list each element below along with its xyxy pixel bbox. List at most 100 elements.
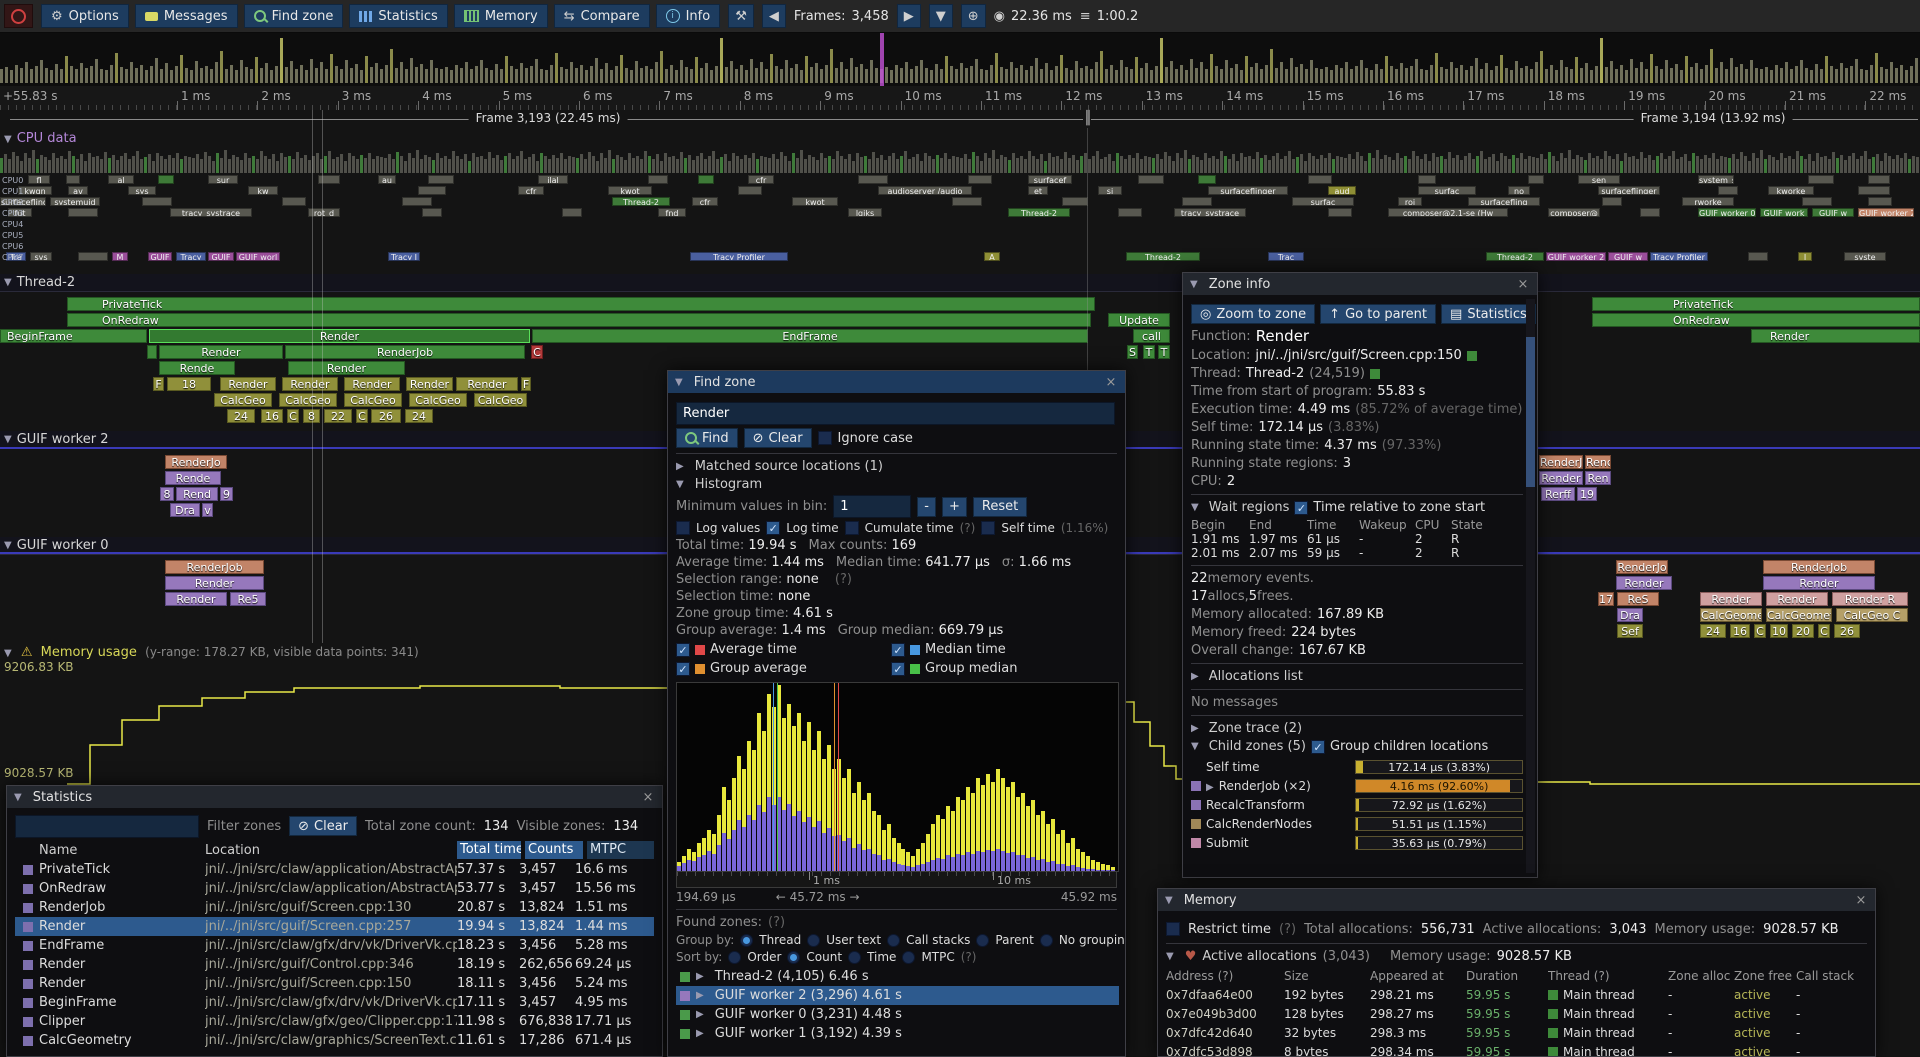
- frame-bar[interactable]: [1595, 66, 1598, 83]
- frame-bar[interactable]: [35, 66, 38, 83]
- frame-bar[interactable]: [1380, 69, 1383, 83]
- frame-bar[interactable]: [1155, 66, 1158, 83]
- table-row[interactable]: OnRedrawjni/../jni/src/claw/application/…: [15, 879, 654, 898]
- frame-bar[interactable]: [1490, 70, 1493, 83]
- timeline-zone[interactable]: Re5: [230, 592, 266, 606]
- frame-bar[interactable]: [470, 69, 473, 83]
- frame-bar[interactable]: [1055, 66, 1058, 83]
- frame-bar[interactable]: [415, 67, 418, 83]
- group-median-checkbox[interactable]: ✓: [891, 662, 905, 676]
- cpu-data-header[interactable]: ▼CPU data: [4, 131, 77, 146]
- frame-bar[interactable]: [1625, 70, 1628, 83]
- no-grouping-radio[interactable]: [1040, 934, 1053, 947]
- cpu-zone[interactable]: sys: [30, 252, 52, 261]
- cpu-zone[interactable]: GUIF w: [1812, 208, 1854, 217]
- frame-bar[interactable]: [1080, 68, 1083, 83]
- timeline-zone[interactable]: Rende: [165, 471, 221, 485]
- frame-bar[interactable]: [570, 62, 573, 83]
- frame-bar[interactable]: [1035, 58, 1038, 83]
- frame-bar[interactable]: [475, 66, 478, 83]
- frame-bar[interactable]: [890, 70, 893, 83]
- frame-bar[interactable]: [560, 67, 563, 83]
- timeline-zone[interactable]: Render: [1766, 592, 1828, 606]
- wait-region-row[interactable]: 1.91 ms1.97 ms61 μs-2R: [1191, 532, 1523, 546]
- table-row[interactable]: Clipperjni/../jni/src/claw/gfx/geo/Clipp…: [15, 1012, 654, 1031]
- cpu-zone[interactable]: aud: [1328, 186, 1356, 195]
- cpu-zone[interactable]: surfacefling: [1468, 197, 1540, 206]
- frame-bar[interactable]: [1835, 69, 1838, 83]
- collapse-icon[interactable]: ▼: [4, 277, 12, 288]
- frame-bar[interactable]: [1715, 68, 1718, 83]
- cpu-zone[interactable]: sen: [1578, 175, 1620, 184]
- cpu-zone[interactable]: cfr: [748, 175, 774, 184]
- frame-bar[interactable]: [1290, 58, 1293, 83]
- frame-bar[interactable]: [1820, 69, 1823, 83]
- timeline-zone[interactable]: C: [287, 409, 299, 423]
- timeline-zone[interactable]: 18: [167, 377, 211, 391]
- frame-bar[interactable]: [1460, 65, 1463, 83]
- frame-bar[interactable]: [1410, 66, 1413, 83]
- frame-bar[interactable]: [95, 59, 98, 83]
- timeline-zone[interactable]: v: [202, 503, 213, 517]
- frame-bar[interactable]: [1805, 68, 1808, 83]
- frame-bar[interactable]: [1295, 67, 1298, 83]
- frame-bar[interactable]: [1795, 66, 1798, 83]
- frame-bar[interactable]: [20, 68, 23, 83]
- frame-bar[interactable]: [290, 61, 293, 83]
- timeline-zone[interactable]: PrivateTick: [1592, 297, 1920, 311]
- timeline-zone[interactable]: Render: [165, 592, 227, 606]
- frame-bar[interactable]: [1185, 70, 1188, 83]
- frame-bar[interactable]: [1085, 66, 1088, 83]
- frame-bar[interactable]: [1540, 51, 1543, 83]
- frame-bar[interactable]: [610, 70, 613, 83]
- frame-bar[interactable]: [0, 69, 3, 83]
- timeline-zone[interactable]: Dra: [1617, 608, 1643, 622]
- frame-bar[interactable]: [1560, 60, 1563, 83]
- timeline-zone[interactable]: Render: [456, 377, 518, 391]
- frame-bar[interactable]: [1120, 60, 1123, 83]
- frame-bar[interactable]: [1195, 68, 1198, 83]
- frame-bar[interactable]: [1255, 63, 1258, 83]
- frame-bar[interactable]: [530, 66, 533, 83]
- frame-bar[interactable]: [1075, 61, 1078, 83]
- timeline-zone[interactable]: Render: [406, 377, 453, 391]
- allocations-list-label[interactable]: Allocations list: [1209, 669, 1303, 684]
- frame-bar[interactable]: [1455, 68, 1458, 83]
- frame-bar[interactable]: [660, 51, 663, 83]
- frame-bar[interactable]: [1465, 70, 1468, 83]
- cpu-zone[interactable]: sur: [208, 175, 238, 184]
- cpu-zone[interactable]: [1858, 186, 1890, 195]
- frame-bar[interactable]: [220, 51, 223, 83]
- frame-bar[interactable]: [1695, 63, 1698, 83]
- frame-bar[interactable]: [480, 60, 483, 83]
- found-group-row[interactable]: ▶GUIF worker 1 (3,192) 4.39 s: [676, 1024, 1119, 1043]
- frame-bar[interactable]: [1730, 58, 1733, 83]
- timeline-zone[interactable]: RenderJo: [1616, 560, 1668, 574]
- frame-bar[interactable]: [1510, 70, 1513, 83]
- cpu-zone[interactable]: [1138, 175, 1164, 184]
- frame-bar[interactable]: [765, 69, 768, 83]
- frame-bar[interactable]: [305, 70, 308, 83]
- cpu-zone[interactable]: surfacef: [1028, 175, 1072, 184]
- window-titlebar[interactable]: ▼ Memory ×: [1158, 889, 1875, 911]
- average-time-checkbox[interactable]: ✓: [676, 643, 690, 657]
- frame-bar[interactable]: [685, 67, 688, 83]
- timeline-zone[interactable]: BeginFrame: [0, 329, 147, 343]
- collapse-icon[interactable]: ▼: [4, 540, 12, 551]
- frame-bar[interactable]: [80, 63, 83, 83]
- frame-bar[interactable]: [1670, 68, 1673, 83]
- cpu-zone[interactable]: roi: [1398, 197, 1422, 206]
- frame-bar[interactable]: [590, 66, 593, 83]
- frame-bar[interactable]: [715, 66, 718, 83]
- frame-bar[interactable]: [760, 62, 763, 83]
- cpu-zone[interactable]: GUIF: [208, 252, 234, 261]
- parent-radio[interactable]: [976, 934, 989, 947]
- frame-bar[interactable]: [255, 57, 258, 83]
- frame-bar[interactable]: [210, 69, 213, 83]
- frame-bar[interactable]: [325, 69, 328, 83]
- frame-bar[interactable]: [1685, 56, 1688, 83]
- frame-bar[interactable]: [520, 63, 523, 83]
- cpu-zone[interactable]: [66, 175, 80, 184]
- frame-bar[interactable]: [1015, 68, 1018, 83]
- log-values-checkbox[interactable]: [676, 521, 690, 535]
